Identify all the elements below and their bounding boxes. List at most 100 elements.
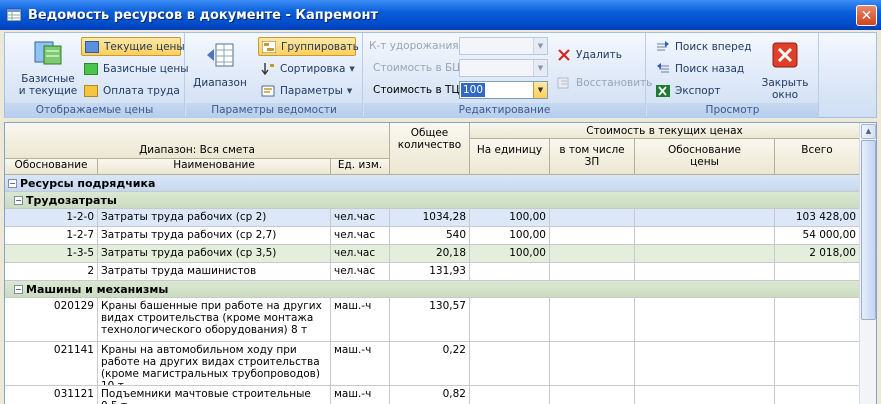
cost-tc-combo[interactable]: 100 ▼: [459, 81, 548, 99]
group-sheet-params: Диапазон Группировать Сортировка ▼ Парам…: [186, 33, 363, 118]
cell-total: [775, 342, 860, 386]
cell-qty: 131,93: [390, 263, 470, 281]
cell-zp: [550, 342, 635, 386]
col-price-basis-label: Обоснование цены: [668, 144, 741, 168]
base-and-current-button[interactable]: Базисные и текущие: [13, 37, 83, 97]
delete-button[interactable]: Удалить: [554, 45, 625, 64]
col-incl-zp-header[interactable]: в том числе ЗП: [550, 139, 635, 175]
k-increase-combo[interactable]: ▼: [459, 37, 548, 55]
vertical-scrollbar[interactable]: ▲: [859, 123, 876, 404]
cell-qty: 1034,28: [390, 209, 470, 227]
table-row[interactable]: 031121 Подъемники мачтовые строительные …: [5, 386, 860, 404]
restore-button[interactable]: Восстановить: [554, 73, 655, 92]
group-by-button[interactable]: Группировать: [258, 37, 359, 56]
cell-unit: чел.час: [331, 227, 390, 245]
col-qty-header[interactable]: Общее количество: [390, 123, 470, 175]
chevron-down-icon[interactable]: ▼: [533, 60, 547, 76]
current-prices-button[interactable]: Текущие цены: [81, 37, 185, 56]
table-row[interactable]: 2 Затраты труда машинистов чел.час 131,9…: [5, 263, 860, 281]
cell-basis: 2: [5, 263, 98, 281]
chevron-down-icon: ▼: [346, 86, 353, 95]
collapse-icon[interactable]: −: [14, 284, 23, 294]
table-row[interactable]: 1-2-0 Затраты труда рабочих (ср 2) чел.ч…: [5, 209, 860, 227]
cell-price-basis: [635, 245, 775, 263]
group-label-prices: Отображаемые цены: [5, 103, 184, 118]
cell-name: Подъемники мачтовые строительные 0,5 т: [98, 386, 331, 404]
cell-price-basis: [635, 298, 775, 342]
group-machines-label: Машины и механизмы: [26, 282, 169, 296]
resources-grid: Диапазон: Вся смета Обоснование Наименов…: [4, 122, 877, 404]
cell-per-unit: 100,00: [470, 227, 550, 245]
find-prev-button[interactable]: Поиск назад: [653, 59, 747, 78]
close-window-button[interactable]: Закрыть окно: [757, 41, 813, 101]
delete-x-icon: [558, 48, 570, 61]
col-total-header[interactable]: Всего: [775, 139, 860, 175]
cell-zp: [550, 298, 635, 342]
cell-zp: [550, 386, 635, 404]
restore-label: Восстановить: [576, 76, 653, 89]
cell-name: Затраты труда рабочих (ср 2): [98, 209, 331, 227]
group-label-view: Просмотр: [647, 103, 818, 118]
group-displayed-prices: Базисные и текущие Текущие цены Базисные…: [5, 33, 189, 118]
base-prices-label: Базисные цены: [103, 62, 189, 75]
range-button[interactable]: Диапазон: [192, 41, 248, 89]
cell-qty: 20,18: [390, 245, 470, 263]
table-row[interactable]: 020129 Краны башенные при работе на друг…: [5, 298, 860, 342]
table-row[interactable]: 1-2-7 Затраты труда рабочих (ср 2,7) чел…: [5, 227, 860, 245]
scrollbar-thumb[interactable]: [861, 140, 876, 320]
col-per-unit-header[interactable]: На единицу: [470, 139, 550, 175]
table-row[interactable]: 021141 Краны на автомобильном ходу при р…: [5, 342, 860, 386]
col-total-label: Всего: [801, 144, 833, 156]
cell-total: [775, 298, 860, 342]
col-current-group-header: Стоимость в текущих ценах: [470, 123, 860, 139]
find-next-label: Поиск вперед: [675, 40, 752, 53]
cell-zp: [550, 263, 635, 281]
params-button[interactable]: Параметры ▼: [258, 81, 355, 100]
col-name-header[interactable]: Наименование: [98, 159, 331, 175]
labor-pay-button[interactable]: Оплата труда: [81, 81, 183, 100]
grouping-icon: [262, 40, 276, 53]
chevron-down-icon[interactable]: ▼: [533, 82, 547, 98]
current-prices-label: Текущие цены: [104, 40, 185, 53]
window-close-button[interactable]: ✕: [856, 5, 877, 26]
find-next-button[interactable]: Поиск вперед: [653, 37, 755, 56]
cost-bc-label: Стоимость в БЦ: [373, 62, 461, 74]
group-view: Поиск вперед Поиск назад Экспорт Закрыть…: [647, 33, 819, 118]
cell-unit: чел.час: [331, 245, 390, 263]
range-icon: [207, 43, 234, 67]
collapse-icon[interactable]: −: [8, 178, 17, 188]
cell-basis: 031121: [5, 386, 98, 404]
chevron-down-icon[interactable]: ▼: [533, 38, 547, 54]
table-row[interactable]: 1-3-5 Затраты труда рабочих (ср 3,5) чел…: [5, 245, 860, 263]
cell-name: Краны башенные при работе на других вида…: [98, 298, 331, 342]
group-contractor-label: Ресурсы подрядчика: [20, 176, 156, 190]
group-row-labor[interactable]: − Трудозатраты: [5, 192, 860, 209]
close-window-icon: [772, 42, 798, 68]
base-and-current-label: Базисные и текущие: [18, 73, 78, 97]
cost-bc-combo[interactable]: ▼: [459, 59, 548, 77]
scroll-up-icon[interactable]: ▲: [861, 124, 876, 139]
labor-pay-label: Оплата труда: [103, 84, 180, 97]
col-basis-header[interactable]: Обоснование: [5, 159, 98, 175]
find-prev-label: Поиск назад: [675, 62, 745, 75]
col-price-basis-header[interactable]: Обоснование цены: [635, 139, 775, 175]
sort-button[interactable]: Сортировка ▼: [258, 59, 358, 78]
cell-price-basis: [635, 227, 775, 245]
window-title: Ведомость ресурсов в документе - Капремо…: [28, 7, 378, 23]
col-basis-label: Обоснование: [14, 159, 88, 171]
close-icon: ✕: [860, 7, 873, 24]
export-button[interactable]: Экспорт: [653, 81, 724, 100]
cell-name: Краны на автомобильном ходу при работе н…: [98, 342, 331, 386]
cell-price-basis: [635, 342, 775, 386]
k-increase-label: К-т удорожания: [369, 40, 459, 52]
collapse-icon[interactable]: −: [14, 195, 23, 205]
group-row-contractor[interactable]: − Ресурсы подрядчика: [5, 175, 860, 192]
export-label: Экспорт: [675, 84, 721, 97]
current-prices-icon: [85, 40, 99, 53]
close-window-label: Закрыть окно: [761, 77, 809, 101]
cost-tc-value[interactable]: 100: [461, 83, 486, 97]
col-unit-header[interactable]: Ед. изм.: [331, 159, 390, 175]
group-row-machines[interactable]: − Машины и механизмы: [5, 281, 860, 298]
cell-per-unit: 100,00: [470, 209, 550, 227]
base-prices-button[interactable]: Базисные цены: [81, 59, 192, 78]
